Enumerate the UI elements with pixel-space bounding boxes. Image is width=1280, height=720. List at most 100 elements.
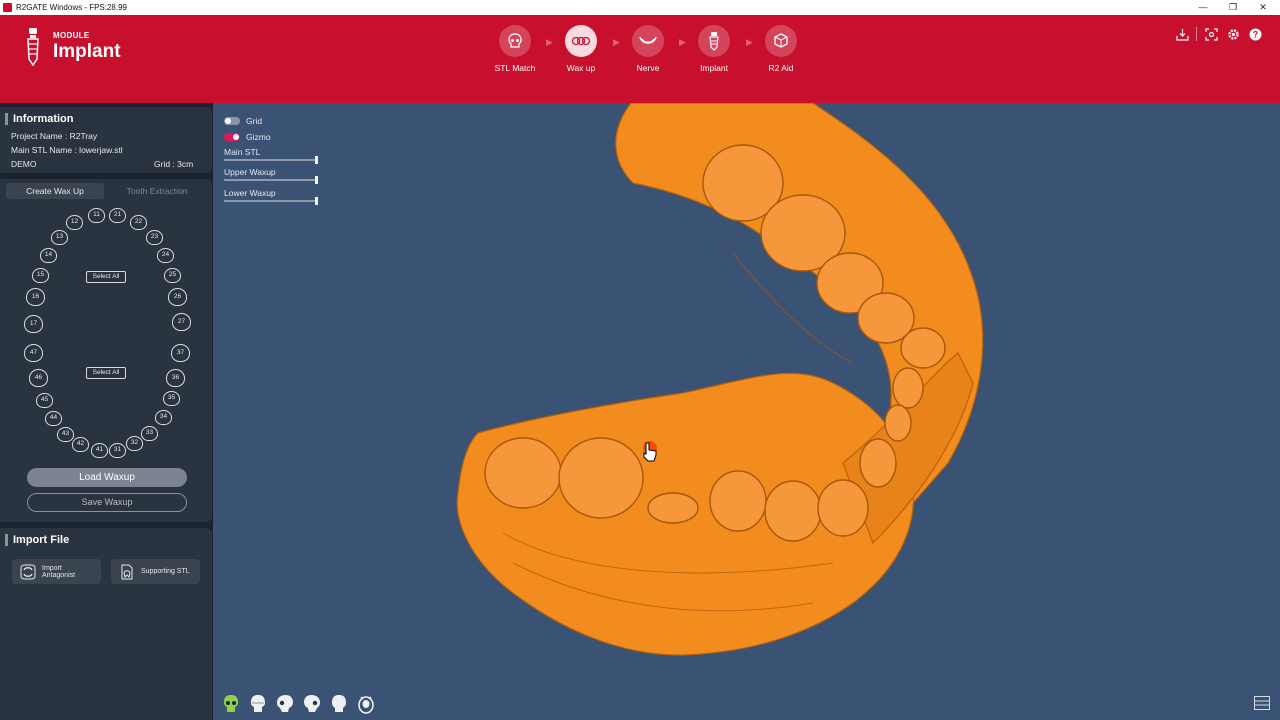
skull-icon <box>508 33 522 48</box>
skull-left-icon[interactable] <box>276 694 294 714</box>
download-icon <box>1175 28 1189 41</box>
tooth-25[interactable]: 25 <box>164 268 181 283</box>
load-waxup-button[interactable]: Load Waxup <box>27 468 187 487</box>
project-name: Project Name : R2Tray <box>11 131 98 141</box>
tooth-24[interactable]: 24 <box>157 248 174 263</box>
tooth-26[interactable]: 26 <box>168 288 187 306</box>
import-file-title: Import File <box>5 534 69 546</box>
skull-front-icon[interactable] <box>249 694 267 714</box>
skull-green-icon[interactable] <box>222 694 240 714</box>
tooth-17[interactable]: 17 <box>24 315 43 333</box>
tooth-47[interactable]: 47 <box>24 344 43 362</box>
tooth-44[interactable]: 44 <box>45 411 62 426</box>
tooth-27[interactable]: 27 <box>172 313 191 331</box>
tab-create-wax-up[interactable]: Create Wax Up <box>6 183 104 199</box>
step-implant[interactable]: Implant <box>679 25 749 73</box>
tooth-33[interactable]: 33 <box>141 426 158 441</box>
tooth-46[interactable]: 46 <box>29 369 48 387</box>
upper-waxup-slider-fill <box>224 179 316 181</box>
select-all-lower-button[interactable]: Select All <box>86 367 126 379</box>
module-label: MODULE <box>53 31 90 40</box>
lower-waxup-slider[interactable] <box>224 197 318 205</box>
grid-toggle-row[interactable]: Grid <box>224 116 262 126</box>
jaw-nerve-icon <box>639 36 657 44</box>
3d-viewport[interactable]: Grid Gizmo Main STL Upper Waxup Lower Wa… <box>213 103 1280 720</box>
settings-button[interactable] <box>1222 26 1244 42</box>
tooth-13[interactable]: 13 <box>51 230 68 245</box>
restore-button[interactable]: ❐ <box>1218 0 1248 15</box>
antagonist-label-line-2: Antagonist <box>42 571 76 579</box>
panel-layout-icon[interactable] <box>1254 696 1270 710</box>
pointer-cursor-icon <box>643 441 657 462</box>
help-icon: ? <box>1249 28 1261 40</box>
skull-top-icon[interactable] <box>357 694 375 714</box>
tooth-41[interactable]: 41 <box>91 443 108 458</box>
left-panel: Information Project Name : R2Tray Main S… <box>0 103 213 720</box>
tooth-36[interactable]: 36 <box>166 369 185 387</box>
tooth-16[interactable]: 16 <box>26 288 45 306</box>
window-titlebar: R2GATE Windows - FPS:28.99 — ❐ ✕ <box>0 0 1280 15</box>
tooth-45[interactable]: 45 <box>36 393 53 408</box>
app-icon <box>3 3 12 12</box>
skull-right-icon[interactable] <box>303 694 321 714</box>
main-stl-slider-fill <box>224 159 316 161</box>
import-antagonist-button[interactable]: Import Antagonist <box>12 559 101 584</box>
main-stl-slider[interactable] <box>224 156 318 164</box>
step-r2-aid[interactable]: R2 Aid <box>746 25 816 73</box>
jaw-model[interactable] <box>213 103 1280 720</box>
waxup-tabs: Create Wax Up Tooth Extraction <box>6 183 206 199</box>
supporting-stl-button[interactable]: Supporting STL <box>111 559 200 584</box>
close-button[interactable]: ✕ <box>1248 0 1278 15</box>
step-stl-match[interactable]: STL Match <box>480 25 550 73</box>
settings-icon <box>1227 28 1239 40</box>
screenshot-icon <box>1204 27 1218 41</box>
tooth-31[interactable]: 31 <box>109 443 126 458</box>
tooth-43[interactable]: 43 <box>57 427 74 442</box>
tooth-15[interactable]: 15 <box>32 268 49 283</box>
tooth-11[interactable]: 11 <box>88 208 105 223</box>
tab-tooth-extraction[interactable]: Tooth Extraction <box>108 183 206 199</box>
import-file-card: Import File Import Antagonist Supporting… <box>0 528 212 720</box>
help-button[interactable]: ? <box>1244 26 1266 42</box>
select-all-upper-button[interactable]: Select All <box>86 271 126 283</box>
main-stl-name: Main STL Name : lowerjaw.stl <box>11 145 123 155</box>
main-stl-slider-label: Main STL <box>224 147 261 157</box>
supporting-stl-icon <box>121 564 133 579</box>
tooth-37[interactable]: 37 <box>171 344 190 362</box>
view-presets <box>222 694 375 714</box>
toolbar-divider <box>1196 27 1197 41</box>
box-icon <box>774 33 788 48</box>
lower-waxup-slider-thumb[interactable] <box>315 197 318 205</box>
tooth-34[interactable]: 34 <box>155 410 172 425</box>
tooth-35[interactable]: 35 <box>163 391 180 406</box>
step-wax-up[interactable]: Wax up <box>546 25 616 73</box>
module-header: MODULE Implant STL Match ▶ Wax up ▶ Nerv… <box>0 15 1280 103</box>
implant-icon <box>709 32 719 51</box>
screenshot-button[interactable] <box>1200 26 1222 42</box>
main-stl-slider-thumb[interactable] <box>315 156 318 164</box>
tooth-23[interactable]: 23 <box>146 230 163 245</box>
tooth-42[interactable]: 42 <box>72 437 89 452</box>
tooth-14[interactable]: 14 <box>40 248 57 263</box>
tooth-12[interactable]: 12 <box>66 215 83 230</box>
lower-waxup-slider-label: Lower Waxup <box>224 188 276 198</box>
demo-label: DEMO <box>11 159 37 169</box>
tooth-21[interactable]: 21 <box>109 208 126 223</box>
window-title: R2GATE Windows - FPS:28.99 <box>16 3 127 12</box>
information-card: Information Project Name : R2Tray Main S… <box>0 107 212 173</box>
minimize-button[interactable]: — <box>1188 0 1218 15</box>
antagonist-label-line-1: Import <box>42 564 62 572</box>
grid-toggle[interactable] <box>224 117 240 125</box>
upper-waxup-slider-thumb[interactable] <box>315 176 318 184</box>
download-button[interactable] <box>1171 26 1193 42</box>
gizmo-toggle[interactable] <box>224 133 240 141</box>
step-nerve[interactable]: Nerve <box>613 25 683 73</box>
skull-back-icon[interactable] <box>330 694 348 714</box>
save-waxup-button[interactable]: Save Waxup <box>27 493 187 512</box>
upper-waxup-slider[interactable] <box>224 176 318 184</box>
lower-waxup-slider-fill <box>224 200 316 202</box>
tooth-22[interactable]: 22 <box>130 215 147 230</box>
waxup-card: Create Wax Up Tooth Extraction 11 21 12 … <box>0 179 212 522</box>
gizmo-toggle-row[interactable]: Gizmo <box>224 132 271 142</box>
tooth-32[interactable]: 32 <box>126 436 143 451</box>
